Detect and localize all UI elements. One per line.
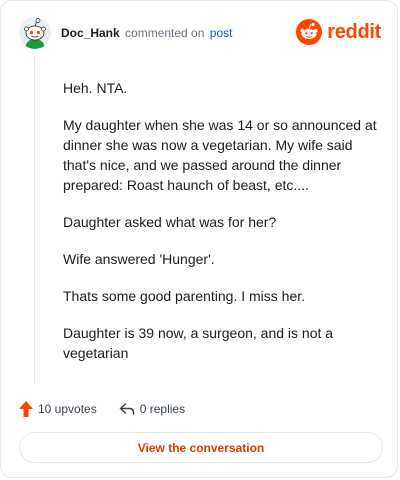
view-conversation-button[interactable]: View the conversation: [19, 432, 383, 463]
reddit-wordmark: reddit: [327, 20, 381, 43]
commented-on-text: commented on: [125, 26, 205, 40]
comment-paragraph: Daughter is 39 now, a surgeon, and is no…: [63, 325, 334, 361]
upvote-button[interactable]: 10 upvotes: [19, 401, 97, 417]
reply-button[interactable]: 0 replies: [119, 402, 185, 416]
user-avatar[interactable]: [19, 17, 51, 49]
comment-paragraph: Thats some good parenting. I miss her.: [63, 288, 306, 304]
upvote-count: 10 upvotes: [38, 402, 97, 416]
reply-arrow-icon: [119, 403, 134, 415]
comment-header: Doc_Hank commented on post reddit: [19, 17, 381, 51]
comment-paragraph: My daughter when she was 14 or so announ…: [63, 117, 377, 193]
reply-count: 0 replies: [139, 402, 186, 416]
thread-line: [34, 57, 35, 383]
comment-actions: 10 upvotes 0 replies: [19, 399, 207, 419]
comment-body: Heh. NTA. My daughter when she was 14 or…: [63, 78, 383, 380]
comment-card: Doc_Hank commented on post reddit Heh. N…: [0, 0, 398, 478]
snoo-avatar-icon: [19, 17, 51, 49]
comment-paragraph: Heh. NTA.: [63, 80, 128, 96]
post-link[interactable]: post: [210, 26, 233, 40]
reddit-logo[interactable]: reddit: [296, 19, 381, 45]
comment-paragraph: Wife answered 'Hunger'.: [63, 251, 215, 267]
comment-paragraph: Daughter asked what was for her?: [63, 214, 277, 230]
reddit-alien-icon: [296, 19, 323, 45]
author-name[interactable]: Doc_Hank: [61, 26, 120, 40]
upvote-arrow-icon: [19, 401, 33, 417]
comment-meta: Doc_Hank commented on post: [61, 26, 232, 40]
